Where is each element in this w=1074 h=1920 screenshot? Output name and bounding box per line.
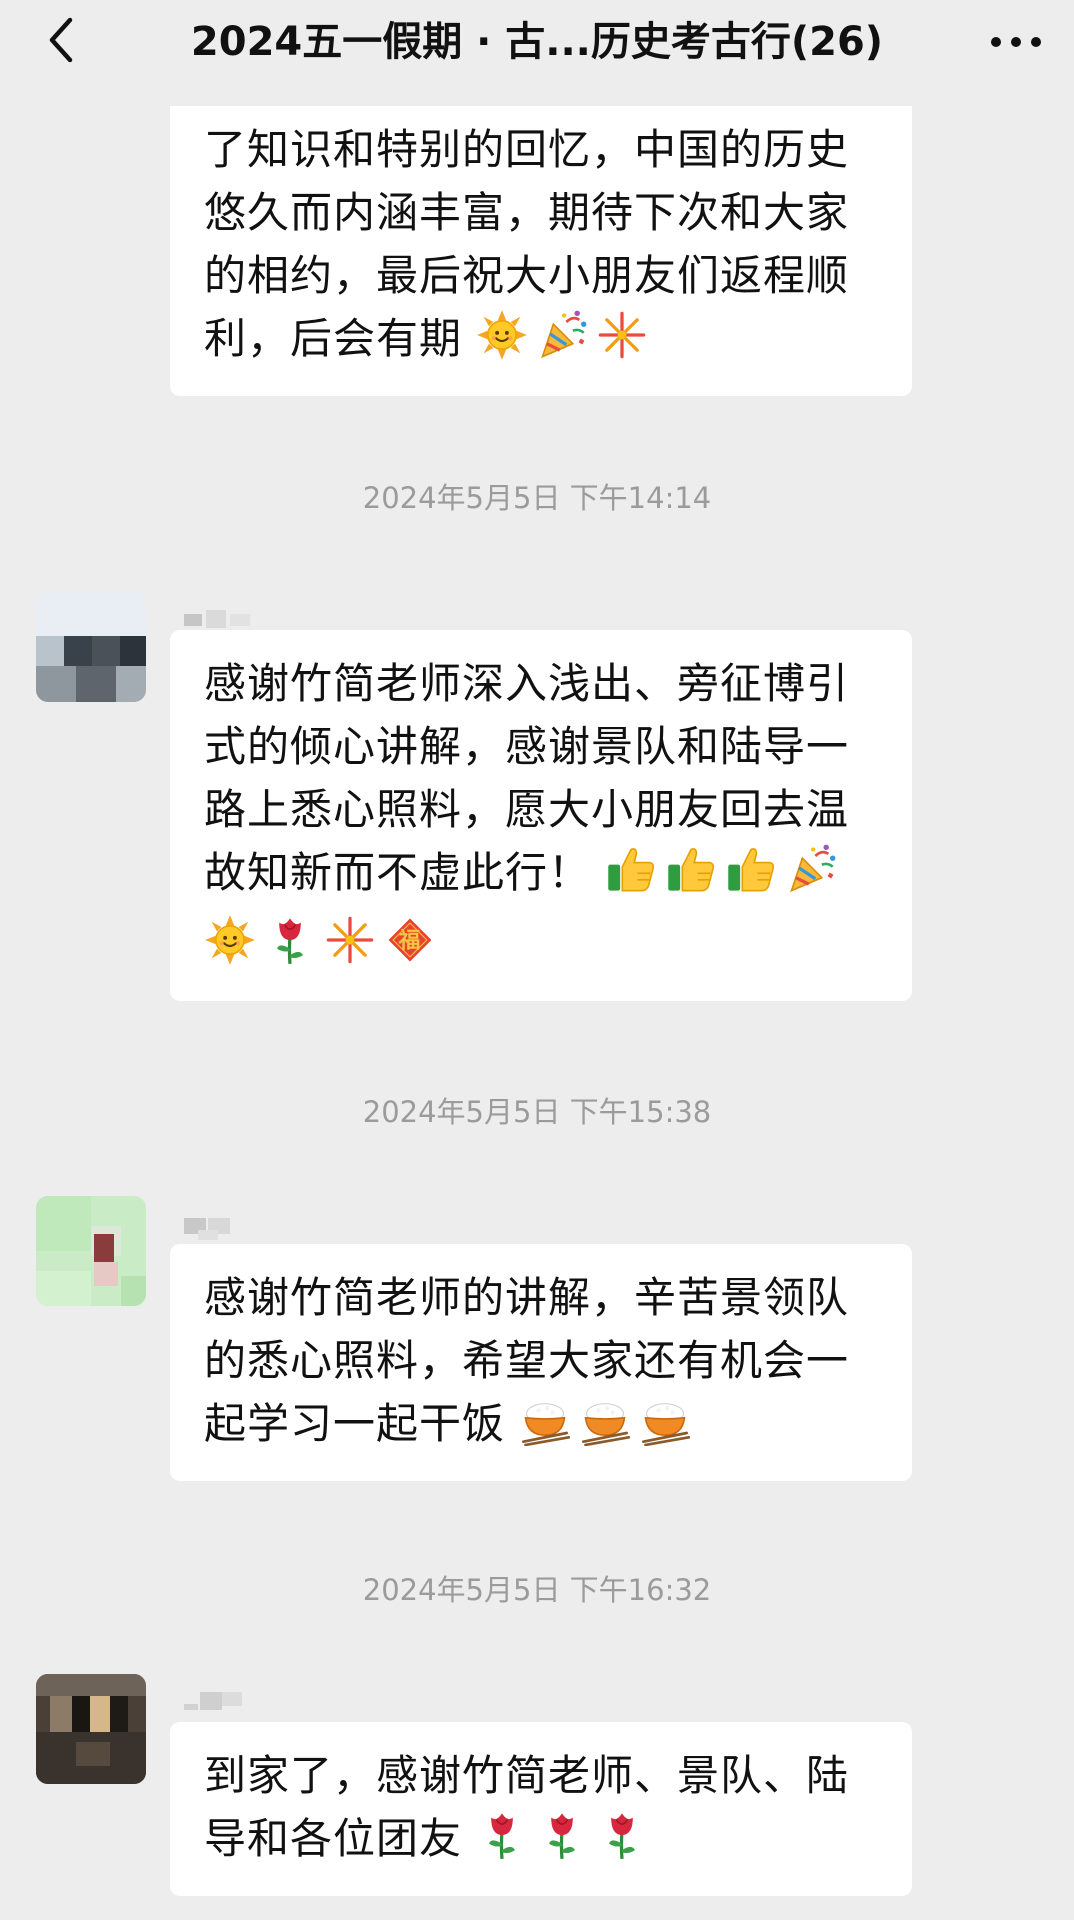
- chat-header: 2024五一假期 · 古...历史考古行(26): [0, 0, 1074, 106]
- chat-title: 2024五一假期 · 古...历史考古行(26): [190, 19, 884, 65]
- party-popper-icon: [536, 309, 588, 378]
- sender-name-blurred: [184, 606, 274, 632]
- avatar[interactable]: [36, 1674, 146, 1784]
- thumbs-up-icon: [605, 843, 657, 912]
- fireworks-icon: [324, 914, 376, 983]
- timestamp: 2024年5月5日 下午16:32: [362, 1573, 712, 1607]
- sender-name-blurred: [184, 1214, 274, 1240]
- thumbs-up-icon: [725, 843, 777, 912]
- message-bubble[interactable]: 到家了，感谢竹简老师、景队、陆导和各位团友: [170, 1722, 912, 1896]
- more-button[interactable]: [984, 14, 1048, 70]
- chevron-left-icon: [44, 16, 80, 68]
- more-dots-icon: [990, 33, 1042, 52]
- party-popper-icon: [785, 843, 837, 912]
- rice-bowl-icon: [579, 1394, 631, 1463]
- back-button[interactable]: [34, 14, 90, 70]
- rose-icon: [264, 914, 316, 983]
- thumbs-up-icon: [665, 843, 717, 912]
- fu-icon: [384, 914, 436, 983]
- message-bubble[interactable]: 了知识和特别的回忆，中国的历史悠久而内涵丰富，期待下次和大家的相约，最后祝大小朋…: [170, 86, 912, 396]
- sun-icon: [476, 309, 528, 378]
- message-bubble[interactable]: 感谢竹简老师的讲解，辛苦景领队的悉心照料，希望大家还有机会一起学习一起干饭: [170, 1244, 912, 1481]
- rose-icon: [476, 1809, 528, 1878]
- timestamp: 2024年5月5日 下午14:14: [362, 481, 712, 515]
- sun-icon: [204, 914, 256, 983]
- rice-bowl-icon: [639, 1394, 691, 1463]
- rose-icon: [596, 1809, 648, 1878]
- sender-name-blurred: [184, 1688, 274, 1714]
- fireworks-icon: [596, 309, 648, 378]
- rose-icon: [536, 1809, 588, 1878]
- message-bubble[interactable]: 感谢竹简老师深入浅出、旁征博引式的倾心讲解，感谢景队和陆导一路上悉心照料，愿大小…: [170, 630, 912, 1001]
- avatar[interactable]: [36, 592, 146, 702]
- avatar[interactable]: [36, 1196, 146, 1306]
- timestamp: 2024年5月5日 下午15:38: [362, 1095, 712, 1129]
- rice-bowl-icon: [519, 1394, 571, 1463]
